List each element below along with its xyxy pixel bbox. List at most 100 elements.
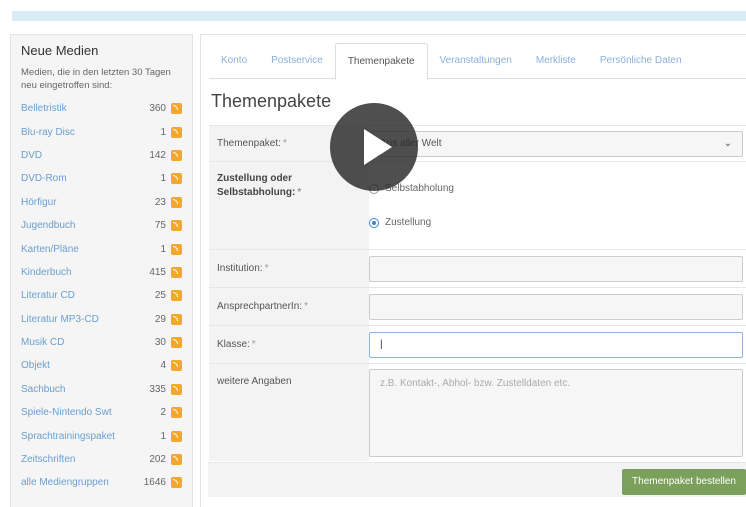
rss-feed-icon[interactable] — [171, 126, 182, 138]
media-group-item[interactable]: Belletristik 360 — [21, 97, 182, 120]
rss-feed-icon[interactable] — [171, 103, 182, 115]
tab-veranstaltungen[interactable]: Veranstaltungen — [428, 43, 524, 78]
label-institution: Institution: * — [209, 250, 369, 287]
media-group-item[interactable]: Musik CD 30 — [21, 331, 182, 354]
media-group-list: Belletristik 360 Blu-ray Disc 1 DVD 142 DVD-Ro… — [21, 97, 182, 495]
rss-feed-icon[interactable] — [171, 383, 182, 395]
radio-zustellung[interactable]: Zustellung — [369, 206, 431, 240]
label-klasse: Klasse: * — [209, 326, 369, 363]
sidebar-new-media: Neue Medien Medien, die in den letzten 3… — [10, 34, 193, 507]
tab-konto[interactable]: Konto — [209, 43, 259, 78]
media-group-link[interactable]: Kinderbuch — [21, 267, 136, 278]
media-group-item[interactable]: Literatur CD 25 — [21, 284, 182, 307]
media-group-count: 1 — [160, 430, 166, 442]
sidebar-title: Neue Medien — [21, 43, 99, 58]
rss-feed-icon[interactable] — [171, 407, 182, 419]
media-group-link[interactable]: DVD — [21, 150, 136, 161]
themenpaket-bestellen-button[interactable]: Themenpaket bestellen — [622, 469, 746, 495]
themenpaket-form: Themenpaket:* Aus aller Welt ⌄ Zustellun… — [209, 125, 746, 461]
tab-themenpakete[interactable]: Themenpakete — [334, 43, 428, 80]
rss-feed-icon[interactable] — [171, 243, 182, 255]
media-group-item[interactable]: Blu-ray Disc 1 — [21, 120, 182, 143]
media-group-count: 415 — [149, 266, 166, 278]
weitere-angaben-textarea[interactable]: z.B. Kontakt-, Abhol- bzw. Zustelldaten … — [369, 368, 743, 457]
media-group-link[interactable]: Karten/Pläne — [21, 244, 136, 255]
row-weitere-angaben: weitere Angaben z.B. Kontakt-, Abhol- bz… — [209, 363, 746, 461]
media-group-item[interactable]: Sachbuch 335 — [21, 378, 182, 401]
radio-button-checked-icon[interactable] — [369, 217, 379, 228]
institution-input[interactable] — [369, 255, 743, 282]
media-group-link[interactable]: Spiele-Nintendo Swt — [21, 407, 136, 418]
media-group-link[interactable]: Sprachtrainingspaket — [21, 431, 136, 442]
media-group-item[interactable]: Objekt 4 — [21, 354, 182, 377]
page-title: Themenpakete — [211, 91, 332, 111]
row-ansprechpartner: AnsprechpartnerIn: * — [209, 287, 746, 325]
media-group-count: 2 — [160, 407, 166, 419]
media-group-item[interactable]: Kinderbuch 415 — [21, 261, 182, 284]
media-group-link[interactable]: Hörfigur — [21, 197, 136, 208]
form-actions: Themenpaket bestellen — [208, 462, 746, 497]
media-group-count: 30 — [154, 337, 166, 349]
media-group-item[interactable]: DVD 142 — [21, 144, 182, 167]
media-group-item[interactable]: Karten/Pläne 1 — [21, 237, 182, 260]
media-group-count: 1 — [160, 173, 166, 185]
rss-feed-icon[interactable] — [171, 173, 182, 185]
media-group-link[interactable]: Zeitschriften — [21, 454, 136, 465]
rss-feed-icon[interactable] — [171, 220, 182, 232]
text-cursor: | — [380, 339, 383, 350]
rss-feed-icon[interactable] — [171, 290, 182, 302]
tab-pers-nliche-daten[interactable]: Persönliche Daten — [588, 43, 694, 78]
media-group-link[interactable]: Musik CD — [21, 337, 136, 348]
play-video-icon[interactable] — [330, 103, 418, 191]
row-institution: Institution: * — [209, 249, 746, 287]
media-group-item[interactable]: Spiele-Nintendo Swt 2 — [21, 401, 182, 424]
tab-merkliste[interactable]: Merkliste — [524, 43, 588, 78]
media-group-count: 29 — [154, 313, 166, 325]
media-group-item[interactable]: DVD-Rom 1 — [21, 167, 182, 190]
media-group-count: 1 — [160, 243, 166, 255]
media-group-count: 335 — [149, 383, 166, 395]
media-group-count: 142 — [149, 149, 166, 161]
row-zustellung: Zustellung oder Selbstabholung: * Selbsta… — [209, 161, 746, 249]
label-ansprechpartner: AnsprechpartnerIn: * — [209, 288, 369, 325]
media-group-item[interactable]: Literatur MP3-CD 29 — [21, 308, 182, 331]
rss-feed-icon[interactable] — [171, 430, 182, 442]
media-group-link[interactable]: DVD-Rom — [21, 173, 136, 184]
media-group-link[interactable]: Blu-ray Disc — [21, 127, 136, 138]
media-group-count: 202 — [149, 454, 166, 466]
media-group-link[interactable]: Literatur MP3-CD — [21, 314, 136, 325]
row-themenpaket: Themenpaket:* Aus aller Welt ⌄ — [209, 125, 746, 161]
media-group-item[interactable]: Sprachtrainingspaket 1 — [21, 424, 182, 447]
media-group-count: 75 — [154, 220, 166, 232]
rss-feed-icon[interactable] — [171, 360, 182, 372]
rss-feed-icon[interactable] — [171, 454, 182, 466]
klasse-input[interactable]: | — [369, 331, 743, 358]
media-group-count: 1646 — [143, 477, 166, 489]
media-group-link[interactable]: Literatur CD — [21, 290, 136, 301]
chevron-down-icon: ⌄ — [723, 138, 732, 149]
rss-feed-icon[interactable] — [171, 477, 182, 489]
rss-feed-icon[interactable] — [171, 266, 182, 278]
media-group-link[interactable]: Objekt — [21, 360, 136, 371]
media-group-link[interactable]: alle Mediengruppen — [21, 477, 136, 488]
themenpaket-select[interactable]: Aus aller Welt ⌄ — [369, 130, 743, 157]
media-group-item[interactable]: Jugendbuch 75 — [21, 214, 182, 237]
ansprechpartner-input[interactable] — [369, 293, 743, 320]
tab-postservice[interactable]: Postservice — [259, 43, 335, 78]
media-group-count: 23 — [154, 196, 166, 208]
media-group-item[interactable]: alle Mediengruppen 1646 — [21, 471, 182, 494]
row-klasse: Klasse: * | — [209, 325, 746, 363]
label-weitere-angaben: weitere Angaben — [209, 364, 369, 461]
media-group-count: 360 — [149, 103, 166, 115]
sidebar-description: Medien, die in den letzten 30 Tagen neu … — [21, 67, 171, 91]
media-group-link[interactable]: Jugendbuch — [21, 220, 136, 231]
rss-feed-icon[interactable] — [171, 149, 182, 161]
account-tabs: Konto Postservice Themenpakete Veranstaltun… — [209, 43, 746, 80]
media-group-link[interactable]: Sachbuch — [21, 384, 136, 395]
rss-feed-icon[interactable] — [171, 196, 182, 208]
rss-feed-icon[interactable] — [171, 337, 182, 349]
rss-feed-icon[interactable] — [171, 313, 182, 325]
media-group-link[interactable]: Belletristik — [21, 103, 136, 114]
media-group-item[interactable]: Zeitschriften 202 — [21, 448, 182, 471]
media-group-item[interactable]: Hörfigur 23 — [21, 191, 182, 214]
